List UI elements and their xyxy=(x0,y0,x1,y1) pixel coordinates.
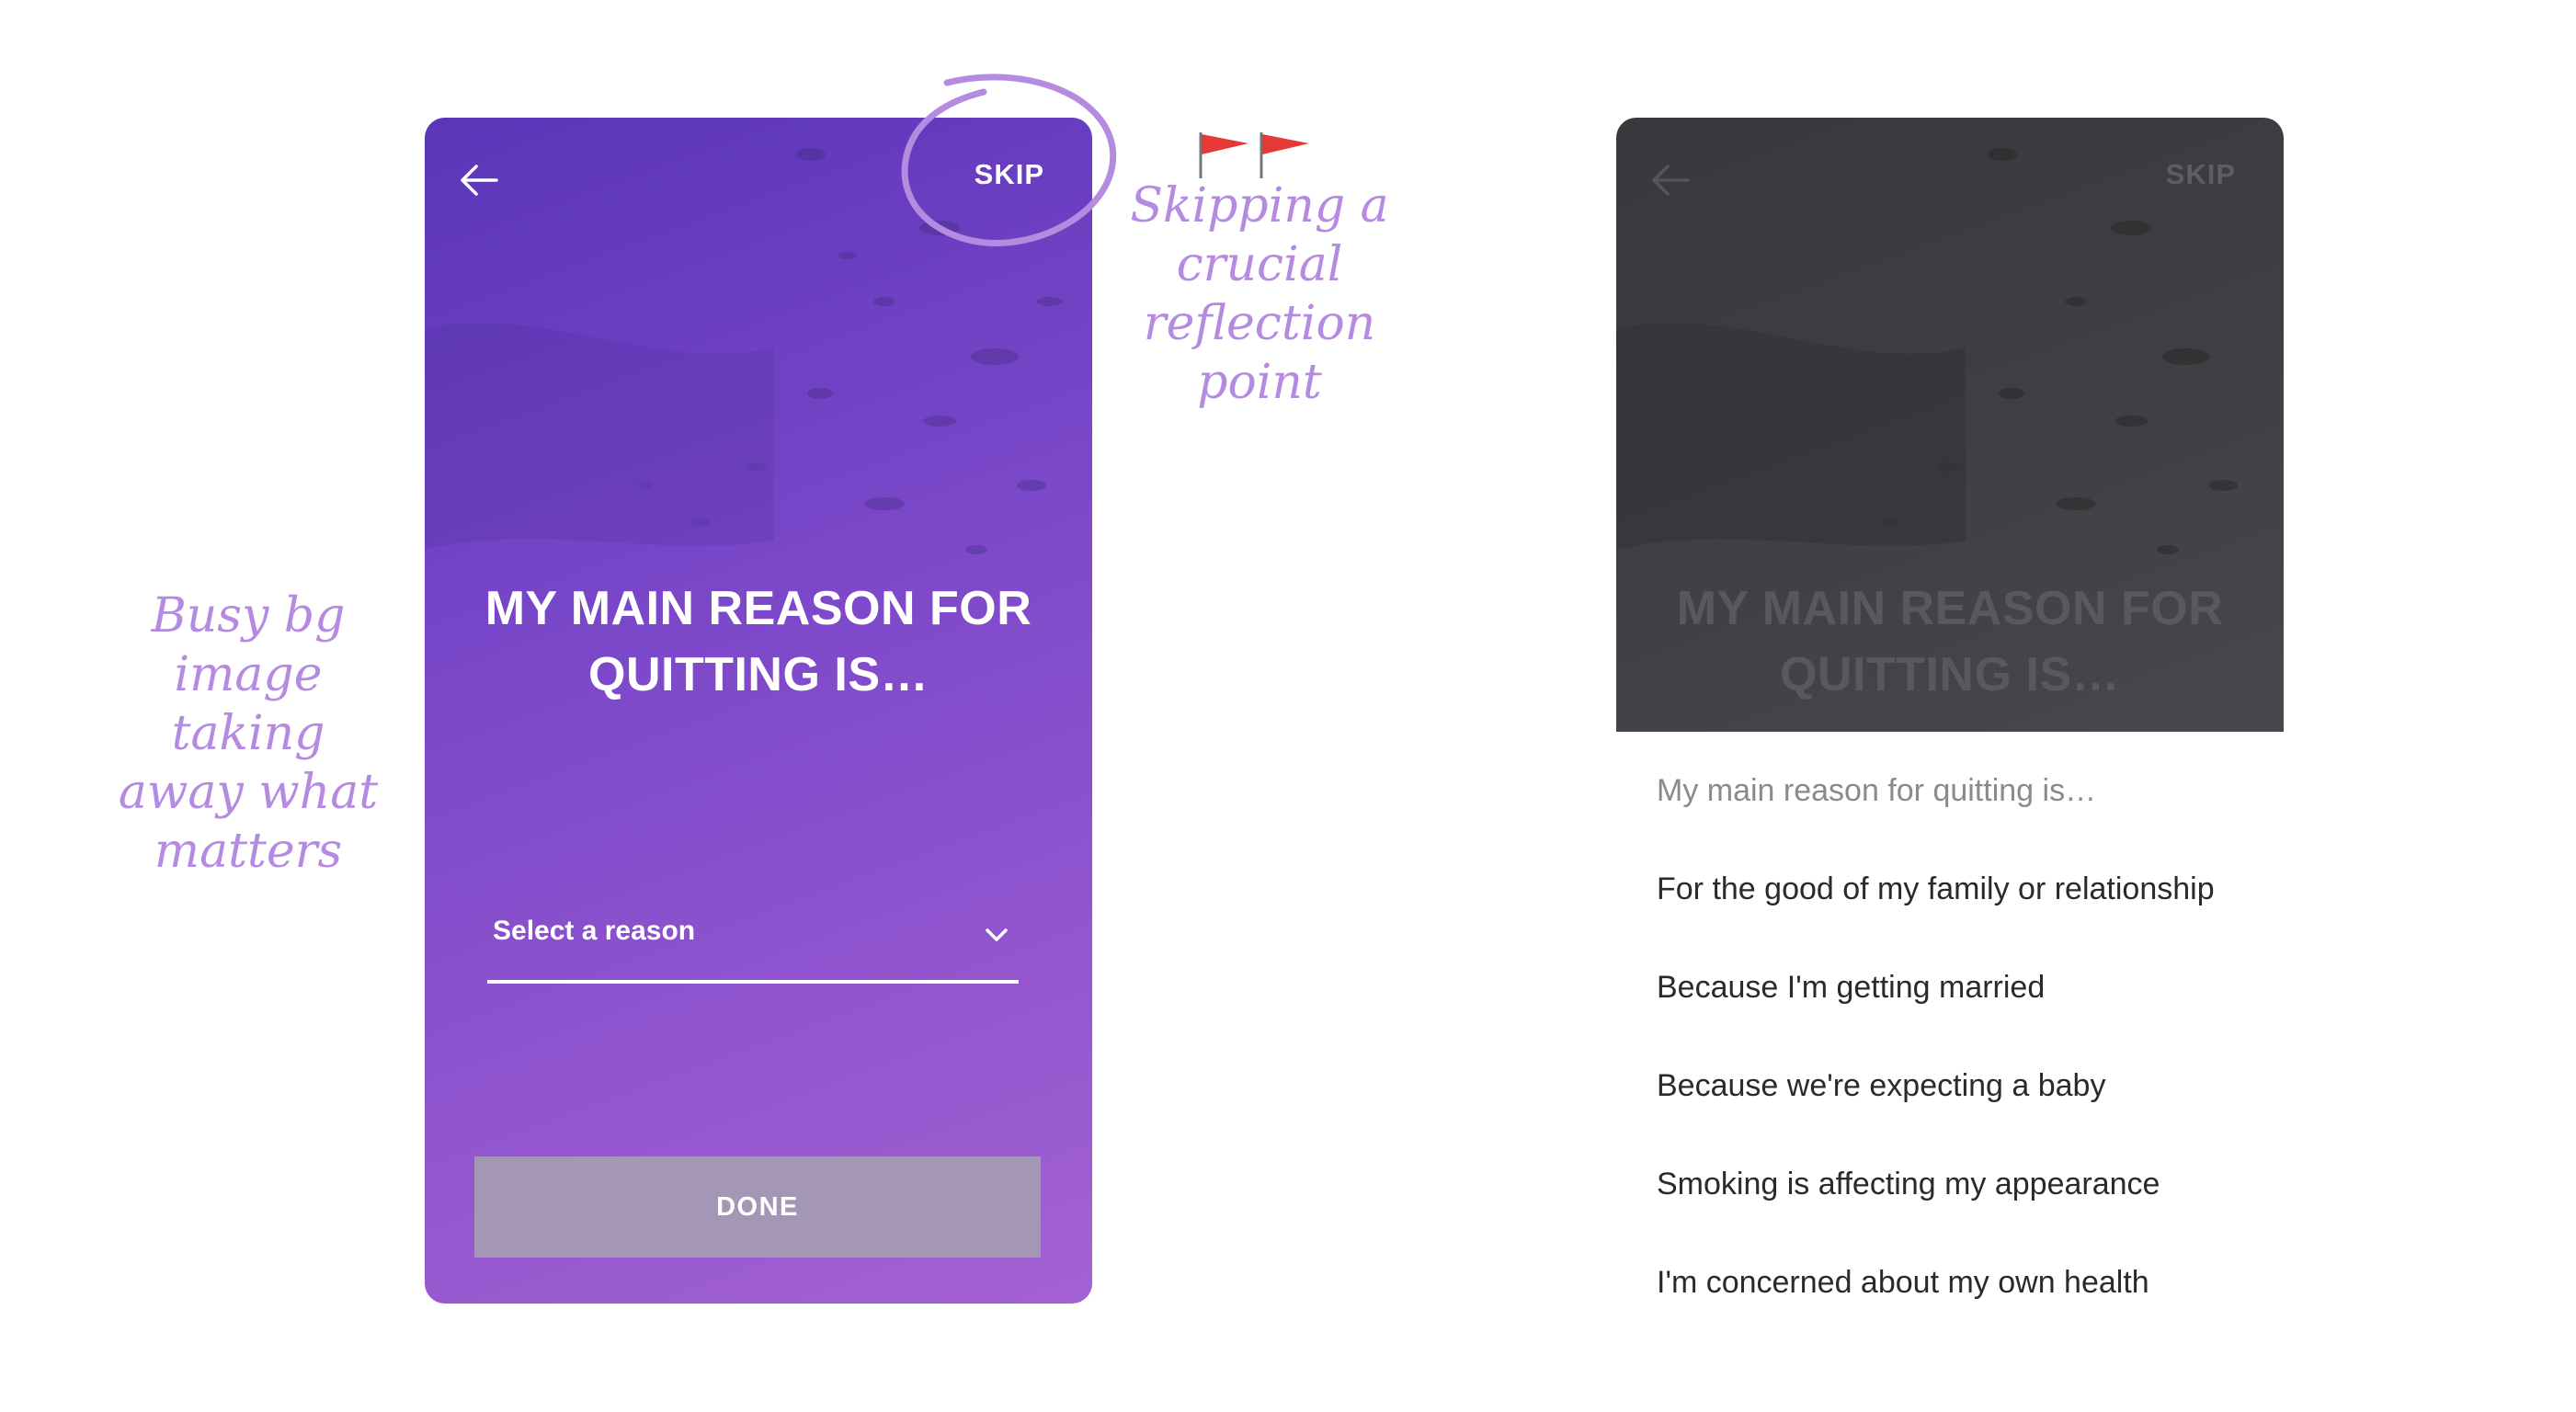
arrow-left-icon[interactable] xyxy=(452,153,507,208)
question-line-1: MY MAIN REASON FOR xyxy=(1676,582,2224,635)
quit-reason-screen-dimmed: SKIP MY MAIN REASON FOR QUITTING IS… xyxy=(1616,118,2284,732)
annotation-line: matters xyxy=(154,824,343,879)
reason-picker-list: My main reason for quitting is… For the … xyxy=(1657,769,2300,1359)
arrow-left-icon[interactable] xyxy=(1644,153,1699,208)
picker-option[interactable]: Because we're expecting a baby xyxy=(1657,1064,2300,1162)
skip-button[interactable]: SKIP xyxy=(2166,158,2236,191)
done-button[interactable]: DONE xyxy=(474,1156,1041,1258)
annotation-line: point xyxy=(1197,355,1322,410)
design-review-board: SKIP MY MAIN REASON FOR QUITTING IS… Sel… xyxy=(0,0,2576,1412)
annotation-line: image taking xyxy=(171,647,325,761)
annotation-line: reflection xyxy=(1143,296,1376,351)
annotation-busy-bg-note: Busy bg image taking away what matters xyxy=(92,586,405,881)
picker-option[interactable]: Because I'm getting married xyxy=(1657,965,2300,1064)
annotation-line: away what xyxy=(118,765,379,820)
question-heading: MY MAIN REASON FOR QUITTING IS… xyxy=(1653,575,2247,708)
question-heading: MY MAIN REASON FOR QUITTING IS… xyxy=(462,575,1055,708)
picker-placeholder: My main reason for quitting is… xyxy=(1657,773,2097,808)
background-texture xyxy=(425,148,1063,554)
picker-option[interactable]: For the good of my family or relationshi… xyxy=(1657,867,2300,965)
chevron-down-icon xyxy=(986,928,1008,941)
annotation-skipping-note: Skipping a crucial reflection point xyxy=(1122,176,1397,412)
question-line-1: MY MAIN REASON FOR xyxy=(484,582,1032,635)
quit-reason-screen: SKIP MY MAIN REASON FOR QUITTING IS… Sel… xyxy=(425,118,1092,1304)
picker-option[interactable]: Smoking is affecting my appearance xyxy=(1657,1162,2300,1260)
annotation-line: Busy bg xyxy=(151,588,346,643)
question-line-2: QUITTING IS… xyxy=(588,648,929,701)
annotation-circle xyxy=(901,74,1117,246)
red-flag-icon xyxy=(1199,132,1309,178)
select-label: Select a reason xyxy=(493,916,696,946)
question-line-2: QUITTING IS… xyxy=(1780,648,2120,701)
reason-select[interactable]: Select a reason xyxy=(487,890,1019,984)
annotation-line: Skipping a xyxy=(1130,178,1389,233)
picker-option[interactable]: I'm concerned about my own health xyxy=(1657,1260,2300,1359)
annotation-line: crucial xyxy=(1176,237,1343,292)
